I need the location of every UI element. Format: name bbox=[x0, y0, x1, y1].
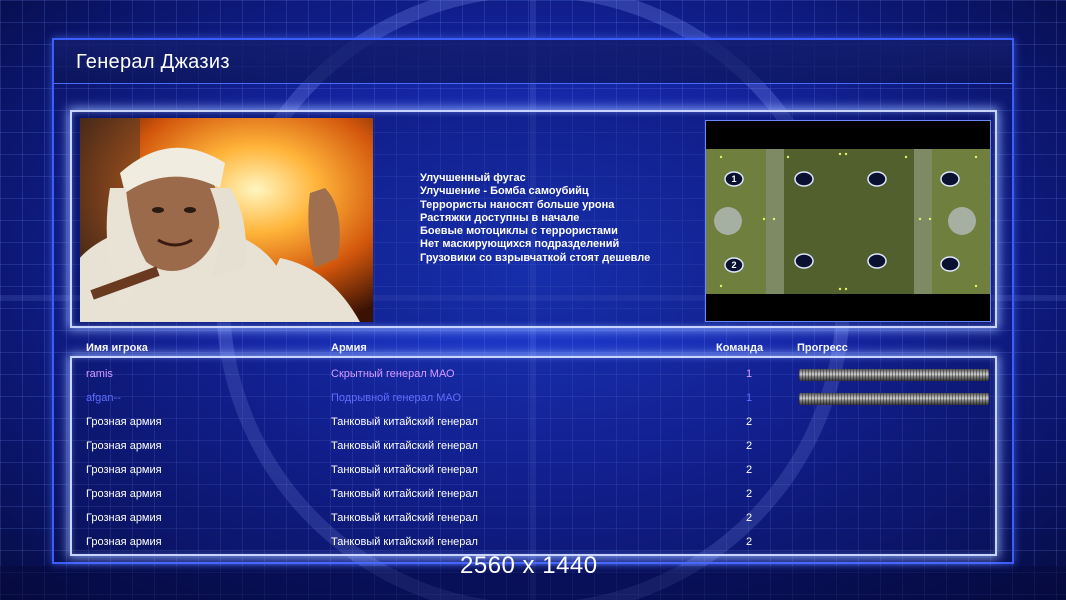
loading-progress-bar bbox=[799, 393, 989, 405]
player-army: Танковый китайский генерал bbox=[331, 512, 478, 524]
player-name: Грозная армия bbox=[86, 440, 162, 452]
player-army: Подрывной генерал МАО bbox=[331, 392, 462, 404]
player-row: ramis Скрытный генерал МАО 1 bbox=[72, 363, 995, 387]
player-row: Грозная армия Танковый китайский генерал 2 bbox=[72, 411, 995, 435]
player-army: Скрытный генерал МАО bbox=[331, 368, 455, 380]
player-team: 2 bbox=[745, 488, 753, 500]
player-table-header: Имя игрока Армия Команда Прогресс bbox=[70, 340, 997, 356]
start-position-marker bbox=[867, 253, 887, 269]
player-row: Грозная армия Танковый китайский генерал 2 bbox=[72, 507, 995, 531]
player-army: Танковый китайский генерал bbox=[331, 464, 478, 476]
player-team: 2 bbox=[745, 416, 753, 428]
start-position-marker bbox=[794, 253, 814, 269]
start-label-2: 2 bbox=[731, 260, 736, 270]
start-position-marker bbox=[794, 171, 814, 187]
player-army: Танковый китайский генерал bbox=[331, 416, 478, 428]
bonus-item: Грузовики со взрывчаткой стоят дешевле bbox=[420, 251, 651, 264]
general-info-panel: Улучшенный фугас Улучшение - Бомба самоу… bbox=[70, 110, 997, 328]
player-army: Танковый китайский генерал bbox=[331, 536, 478, 548]
player-team: 2 bbox=[745, 536, 753, 548]
player-row: Грозная армия Танковый китайский генерал 2 bbox=[72, 459, 995, 483]
player-team: 2 bbox=[745, 440, 753, 452]
player-name: Грозная армия bbox=[86, 416, 162, 428]
column-team-header: Команда bbox=[716, 342, 764, 354]
bonus-item: Растяжки доступны в начале bbox=[420, 211, 580, 224]
start-position-marker bbox=[940, 171, 960, 187]
player-army: Танковый китайский генерал bbox=[331, 488, 478, 500]
general-portrait bbox=[80, 118, 373, 322]
start-position-marker bbox=[867, 171, 887, 187]
player-name: ramis bbox=[86, 368, 113, 380]
player-row: Грозная армия Танковый китайский генерал 2 bbox=[72, 435, 995, 459]
column-player-header: Имя игрока bbox=[86, 342, 148, 354]
bonus-item: Террористы наносят больше урона bbox=[420, 198, 615, 211]
start-label-1: 1 bbox=[731, 174, 736, 184]
column-progress-header: Прогресс bbox=[797, 342, 848, 354]
player-name: Грозная армия bbox=[86, 464, 162, 476]
general-title: Генерал Джазиз bbox=[76, 51, 230, 73]
column-army-header: Армия bbox=[331, 342, 367, 354]
start-position-marker bbox=[940, 256, 960, 272]
player-team: 1 bbox=[745, 392, 753, 404]
player-table: ramis Скрытный генерал МАО 1 afgan-- Подрывн… bbox=[70, 356, 997, 556]
bonus-item: Нет маскирующихся подразделений bbox=[420, 238, 620, 251]
title-bar: Генерал Джазиз bbox=[54, 40, 1012, 84]
player-team: 2 bbox=[745, 512, 753, 524]
resolution-watermark: 2560 x 1440 bbox=[460, 552, 598, 579]
player-army: Танковый китайский генерал bbox=[331, 440, 478, 452]
loading-progress-bar bbox=[799, 369, 989, 381]
general-bonus-list: Улучшенный фугас Улучшение - Бомба самоу… bbox=[420, 172, 720, 265]
player-team: 2 bbox=[745, 464, 753, 476]
player-row: Грозная армия Танковый китайский генерал 2 bbox=[72, 483, 995, 507]
player-name: afgan-- bbox=[86, 392, 121, 404]
player-name: Грозная армия bbox=[86, 488, 162, 500]
player-row: afgan-- Подрывной генерал МАО 1 bbox=[72, 387, 995, 411]
player-name: Грозная армия bbox=[86, 512, 162, 524]
player-name: Грозная армия bbox=[86, 536, 162, 548]
map-preview: 1 2 bbox=[705, 120, 991, 322]
player-team: 1 bbox=[745, 368, 753, 380]
bonus-item: Улучшенный фугас bbox=[420, 172, 526, 184]
bonus-item: Улучшение - Бомба самоубийц bbox=[420, 185, 589, 198]
bonus-item: Боевые мотоциклы с террористами bbox=[420, 225, 618, 238]
